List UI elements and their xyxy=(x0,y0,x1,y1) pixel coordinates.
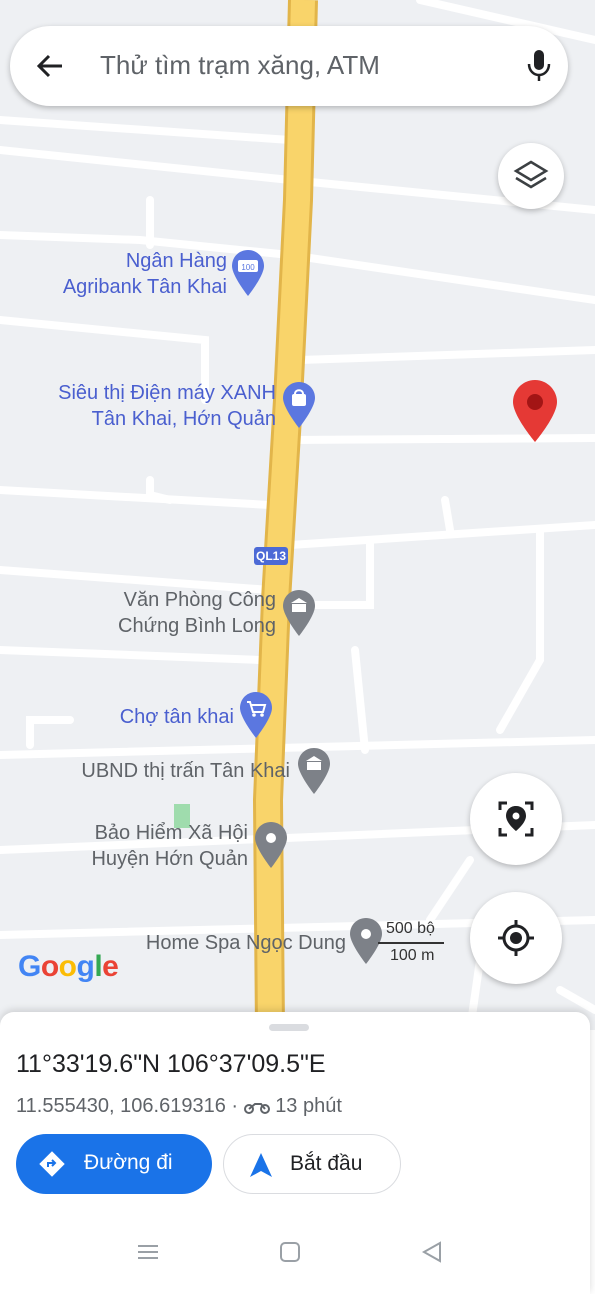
start-button[interactable]: Bắt đầu xyxy=(223,1134,401,1194)
layers-icon xyxy=(513,160,549,189)
coordinates-title: 11°33'19.6"N 106°37'09.5"E xyxy=(16,1050,326,1078)
poi-cho-tan-khai[interactable]: Chợ tân khai xyxy=(120,704,234,730)
office-pin-icon[interactable] xyxy=(283,590,315,636)
home-icon[interactable] xyxy=(278,1240,302,1264)
poi-ubnd[interactable]: UBND thị trấn Tân Khai xyxy=(81,758,290,784)
directions-button[interactable]: Đường đi xyxy=(16,1134,212,1194)
bank-pin-icon[interactable]: 100 xyxy=(232,250,264,296)
poi-dien-may-xanh[interactable]: Siêu thị Điện máy XANH Tân Khai, Hớn Quả… xyxy=(58,380,276,432)
scale-line xyxy=(378,942,444,944)
svg-text:100: 100 xyxy=(241,263,255,272)
layers-button[interactable] xyxy=(498,143,564,209)
motorbike-icon xyxy=(243,1102,270,1114)
search-bar[interactable]: Thử tìm trạm xăng, ATM xyxy=(10,26,568,106)
government-pin-icon[interactable] xyxy=(298,748,330,794)
street-view-button[interactable] xyxy=(470,773,562,865)
poi-bao-hiem[interactable]: Bảo Hiểm Xã Hội Huyện Hớn Quản xyxy=(91,820,248,872)
map-scale: 500 bộ 100 m xyxy=(378,920,446,968)
sheet-drag-handle[interactable] xyxy=(269,1024,309,1031)
navigation-arrow-icon xyxy=(250,1153,272,1177)
poi-agribank[interactable]: Ngân Hàng Agribank Tân Khai xyxy=(63,248,227,300)
back-arrow-icon[interactable] xyxy=(34,50,66,82)
map-view[interactable]: QL13 Ngân Hàng Agribank Tân Khai 100 Siê… xyxy=(0,0,595,1030)
street-view-icon xyxy=(498,801,534,837)
place-pin-icon[interactable] xyxy=(255,822,287,868)
poi-cong-chung[interactable]: Văn Phòng Công Chứng Bình Long xyxy=(118,587,276,639)
microphone-icon[interactable] xyxy=(524,48,554,84)
google-logo: Google xyxy=(18,950,119,983)
my-location-button[interactable] xyxy=(470,892,562,984)
menu-icon[interactable] xyxy=(136,1240,160,1264)
poi-home-spa[interactable]: Home Spa Ngọc Dung xyxy=(146,930,346,956)
directions-icon xyxy=(39,1151,65,1177)
my-location-icon xyxy=(498,920,534,956)
cart-pin-icon[interactable] xyxy=(240,692,272,738)
shopping-bag-pin-icon[interactable] xyxy=(283,382,315,428)
route-shield: QL13 xyxy=(254,547,288,565)
search-input[interactable]: Thử tìm trạm xăng, ATM xyxy=(100,50,380,81)
back-icon[interactable] xyxy=(420,1240,444,1264)
dropped-pin-icon[interactable] xyxy=(513,380,557,442)
coordinates-subtitle: 11.555430, 106.619316 · 13 phút xyxy=(16,1095,342,1117)
